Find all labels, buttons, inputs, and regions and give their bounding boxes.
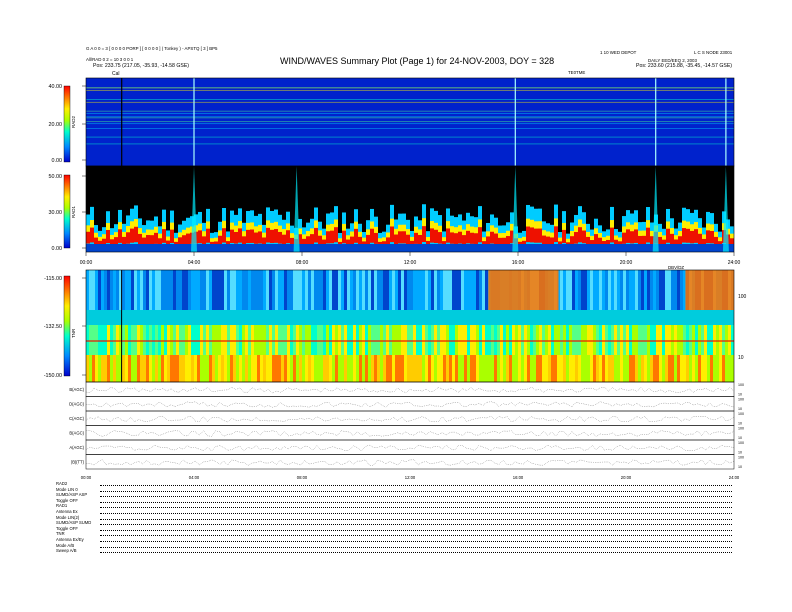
x-tick-label: 04:00 <box>189 475 200 480</box>
tnr-colorbar <box>63 275 71 377</box>
x-tick-label: 20:00 <box>620 260 633 266</box>
y-tick-label: -132.50 <box>44 324 62 330</box>
summary-plot: B(AGC)10010D(AGC)10010C(AGC)10010B(AGC)1… <box>44 77 747 480</box>
x-tick-label: 24:00 <box>728 260 741 266</box>
monitor-right-tick: 100 <box>738 383 744 387</box>
monitor-trace <box>85 459 735 466</box>
y-tick-label: 20.00 <box>49 122 63 128</box>
monitor-trace <box>85 386 735 394</box>
y-tick-label: 0.00 <box>52 158 63 164</box>
rad2-ylabel: RAD2 <box>71 115 76 128</box>
monitor-trace <box>85 415 735 423</box>
monitor-trace <box>85 444 735 452</box>
footer-dotted-line <box>100 496 732 498</box>
x-tick-label: 08:00 <box>297 475 308 480</box>
x-tick-label: 00:00 <box>80 260 93 266</box>
monitor-strips: B(AGC)10010D(AGC)10010C(AGC)10010B(AGC)1… <box>69 381 744 470</box>
footer-dotted-line <box>100 518 732 520</box>
x-tick-label: 16:00 <box>513 475 524 480</box>
footer-row: Sweep A/B <box>56 548 77 554</box>
monitor-row <box>85 439 735 455</box>
footer-dotted-line <box>100 529 732 531</box>
x-tick-label: 12:00 <box>405 475 416 480</box>
footer-dotted-line <box>100 524 732 526</box>
x-tick-label: 12:00 <box>404 260 417 266</box>
tnr-unit-label: DBV/DZ <box>668 265 685 270</box>
y-tick-label: -115.00 <box>44 276 62 282</box>
footer-row: SUMD/ASP SUMD <box>56 520 92 526</box>
tnr-right-tick: 10 <box>738 355 744 361</box>
x-tick-label: 16:00 <box>512 260 525 266</box>
monitor-row-label: |B|(TT) <box>71 459 84 464</box>
footer-dotted-line <box>100 552 732 554</box>
footer-dotted-line <box>100 501 732 503</box>
y-tick-label: 40.00 <box>49 84 63 90</box>
footer-row: SUMD/ASP ASP <box>56 492 88 498</box>
y-tick-label: 50.00 <box>49 174 63 180</box>
monitor-row-label: A(AGC) <box>69 445 84 450</box>
monitor-right-tick: 10 <box>738 422 742 426</box>
monitor-row <box>85 396 735 412</box>
rad1-ylabel: RAD1 <box>71 205 76 218</box>
footer-row: RAD2 <box>56 481 68 486</box>
rad1-panel <box>85 165 735 253</box>
monitor-row-label: C(AGC) <box>69 416 84 421</box>
footer-row: Antenna Ex <box>56 509 78 514</box>
footer-dotted-line <box>100 546 732 548</box>
y-tick-label: 30.00 <box>49 210 63 216</box>
monitor-row-label: B(AGC) <box>69 387 84 392</box>
x-tick-label: 00:00 <box>81 475 92 480</box>
footer-row: Antenna Ex/Ey <box>56 537 84 542</box>
x-tick-label: 24:00 <box>729 475 740 480</box>
monitor-row <box>85 425 735 441</box>
x-tick-label: 04:00 <box>188 260 201 266</box>
footer-dotted-line <box>100 507 732 509</box>
footer-dotted-line <box>100 541 732 542</box>
tnr-ylabel: TNR <box>71 328 76 338</box>
monitor-row-label: D(AGC) <box>69 401 84 406</box>
tnr-panel <box>85 269 735 383</box>
monitor-right-tick: 100 <box>738 398 744 402</box>
monitor-right-tick: 100 <box>738 456 744 460</box>
y-tick-label: 0.00 <box>52 246 63 252</box>
monitor-trace <box>85 430 735 437</box>
x-tick-label: 08:00 <box>296 260 309 266</box>
monitor-row <box>85 454 735 470</box>
x-tick-label: 20:00 <box>621 475 632 480</box>
rad1-colorbar <box>63 174 71 249</box>
footer-dotted-line <box>100 490 732 492</box>
monitor-row-label: B(AGC) <box>69 430 84 435</box>
footer-dotted-line <box>100 513 732 514</box>
rad2-colorbar <box>63 85 71 163</box>
monitor-right-tick: 100 <box>738 441 744 445</box>
footer-dotted-line <box>100 535 732 537</box>
monitor-right-tick: 10 <box>738 465 742 469</box>
footer-dotted-line <box>100 485 732 486</box>
monitor-trace <box>85 401 735 408</box>
monitor-row <box>85 410 735 426</box>
monitor-right-tick: 10 <box>738 436 742 440</box>
monitor-right-tick: 100 <box>738 427 744 431</box>
tnr-right-tick: 100 <box>738 294 747 300</box>
monitor-right-tick: 10 <box>738 451 742 455</box>
monitor-right-tick: 10 <box>738 407 742 411</box>
monitor-right-tick: 100 <box>738 412 744 416</box>
monitor-right-tick: 10 <box>738 393 742 397</box>
y-tick-label: -150.00 <box>44 373 62 379</box>
rad2-panel <box>85 77 735 167</box>
